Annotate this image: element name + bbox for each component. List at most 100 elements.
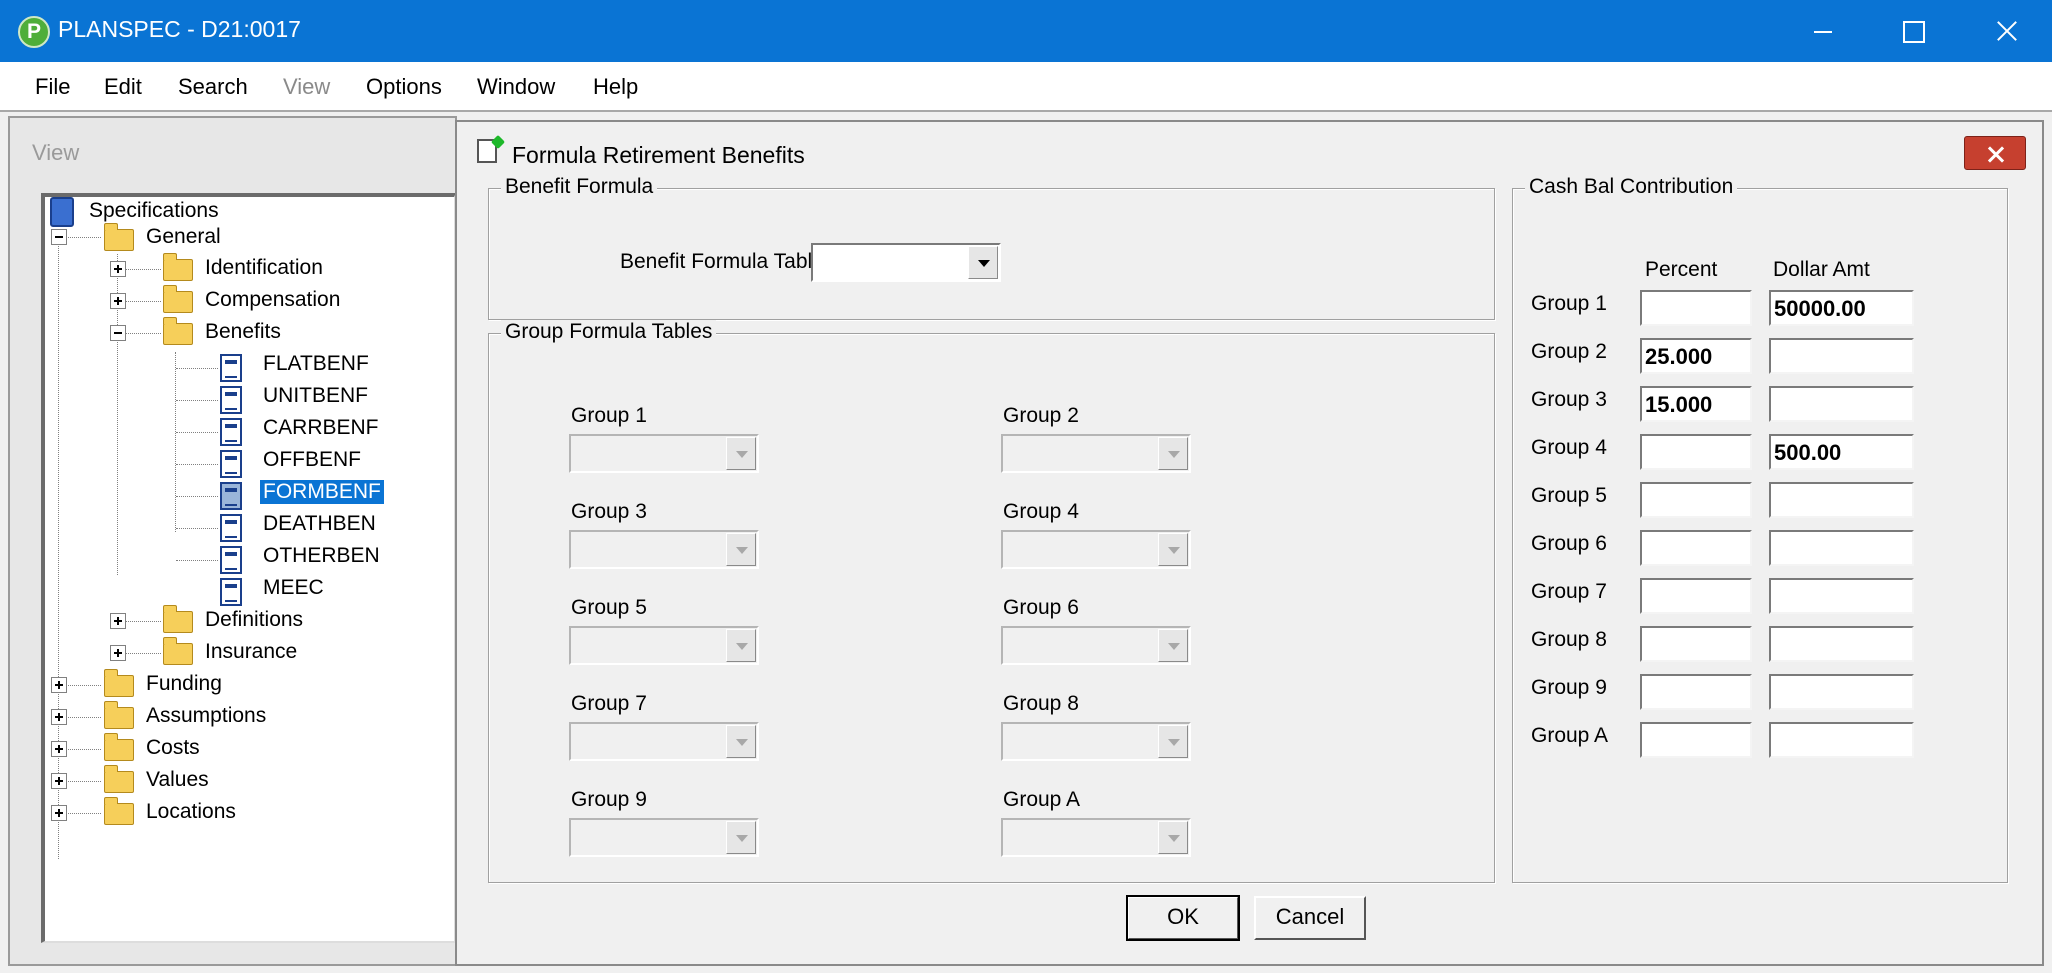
group-4-dollar-field[interactable]: 500.00 [1769,434,1914,470]
specifications-tree[interactable]: Specifications General Identification Co… [41,193,456,943]
tree-line [123,269,161,270]
tree-item-meec[interactable]: MEEC [263,576,324,600]
group-a-percent-field[interactable] [1640,722,1752,758]
planspec-app-icon[interactable]: P [18,16,50,48]
chevron-down-icon[interactable] [968,246,998,279]
expand-icon[interactable] [51,741,67,757]
tree-line [65,813,101,814]
expand-icon[interactable] [110,293,126,309]
minimize-icon[interactable] [1774,0,1866,62]
group-6-percent-field[interactable] [1640,530,1752,566]
tree-item-formbenf[interactable]: FORMBENF [260,480,384,504]
view-pane-title: View [32,140,80,165]
menu-help[interactable]: Help [593,74,638,100]
tree-item-assumptions[interactable]: Assumptions [146,704,266,728]
group-5-percent-field[interactable] [1640,482,1752,518]
tree-line [65,781,101,782]
benefit-formula-group-title: Benefit Formula [501,175,658,199]
folder-icon [163,253,193,281]
group-a-dollar-field[interactable] [1769,722,1914,758]
close-window-icon[interactable] [1958,0,2050,62]
group-6-dollar-field[interactable] [1769,530,1914,566]
group-8-dollar-field[interactable] [1769,626,1914,662]
tree-item-unitbenf[interactable]: UNITBENF [263,384,368,408]
tree-item-locations[interactable]: Locations [146,800,236,824]
group-2-percent-field[interactable]: 25.000 [1640,338,1752,374]
group-7-percent-field[interactable] [1640,578,1752,614]
benefit-formula-group: Benefit Formula Benefit Formula Table [488,175,1495,320]
group-4-percent-field[interactable] [1640,434,1752,470]
folder-icon [163,605,193,633]
tree-item-definitions[interactable]: Definitions [205,608,303,632]
tree-item-insurance[interactable]: Insurance [205,640,297,664]
tree-item-compensation[interactable]: Compensation [205,288,340,312]
ok-button[interactable]: OK [1126,895,1240,941]
tree-item-offbenf[interactable]: OFFBENF [263,448,361,472]
tree-line [123,621,161,622]
expand-icon[interactable] [110,261,126,277]
chevron-down-icon [726,437,756,470]
specifications-icon [50,197,74,227]
group-2-dollar-field[interactable] [1769,338,1914,374]
group-3-dollar-field[interactable] [1769,386,1914,422]
tree-line [176,560,218,561]
chevron-down-icon [1158,821,1188,854]
group-9-dollar-field[interactable] [1769,674,1914,710]
expand-icon[interactable] [110,645,126,661]
tree-item-flatbenf[interactable]: FLATBENF [263,352,369,376]
tree-line [175,352,176,532]
tree-item-deathben[interactable]: DEATHBEN [263,512,376,536]
group-3-label: Group 3 [571,500,647,523]
benefit-formula-table-select[interactable] [811,243,1001,282]
expand-icon[interactable] [51,805,67,821]
group-1-dollar-field[interactable]: 50000.00 [1769,290,1914,326]
tree-line [176,496,218,497]
group-3-percent-field[interactable]: 15.000 [1640,386,1752,422]
group-9-percent-field[interactable] [1640,674,1752,710]
tree-item-costs[interactable]: Costs [146,736,200,760]
tree-item-benefits[interactable]: Benefits [205,320,281,344]
folder-icon [104,223,134,251]
collapse-icon[interactable] [51,229,67,245]
group-5-dollar-field[interactable] [1769,482,1914,518]
menu-search[interactable]: Search [178,74,248,100]
folder-icon [104,669,134,697]
cash-row-label: Group A [1531,724,1609,747]
tree-item-otherben[interactable]: OTHERBEN [263,544,380,568]
group-9-formula-select [569,818,759,857]
group-4-label: Group 4 [1003,500,1079,523]
tree-item-carrbenf[interactable]: CARRBENF [263,416,379,440]
chevron-down-icon [726,533,756,566]
tree-item-specifications[interactable]: Specifications [89,199,219,223]
group-7-label: Group 7 [571,692,647,715]
tree-line [176,400,218,401]
tree-line [123,333,161,334]
tree-item-funding[interactable]: Funding [146,672,222,696]
tree-item-identification[interactable]: Identification [205,256,323,280]
form-edit-icon [477,139,497,163]
menu-options[interactable]: Options [366,74,442,100]
collapse-icon[interactable] [110,325,126,341]
group-8-formula-select [1001,722,1191,761]
tree-line [123,653,161,654]
menu-file[interactable]: File [35,74,70,100]
chevron-down-icon [1158,437,1188,470]
menu-window[interactable]: Window [477,74,555,100]
maximize-icon[interactable] [1866,0,1958,62]
cancel-button[interactable]: Cancel [1254,896,1366,940]
group-8-percent-field[interactable] [1640,626,1752,662]
expand-icon[interactable] [110,613,126,629]
group-1-percent-field[interactable] [1640,290,1752,326]
group-7-dollar-field[interactable] [1769,578,1914,614]
dialog-close-icon[interactable] [1964,136,2026,170]
tree-item-values[interactable]: Values [146,768,209,792]
folder-icon [163,637,193,665]
cash-row-label: Group 4 [1531,436,1607,459]
tree-item-general[interactable]: General [146,225,221,249]
percent-column-header: Percent [1645,258,1718,281]
menu-edit[interactable]: Edit [104,74,142,100]
expand-icon[interactable] [51,677,67,693]
expand-icon[interactable] [51,773,67,789]
group-7-formula-select [569,722,759,761]
expand-icon[interactable] [51,709,67,725]
